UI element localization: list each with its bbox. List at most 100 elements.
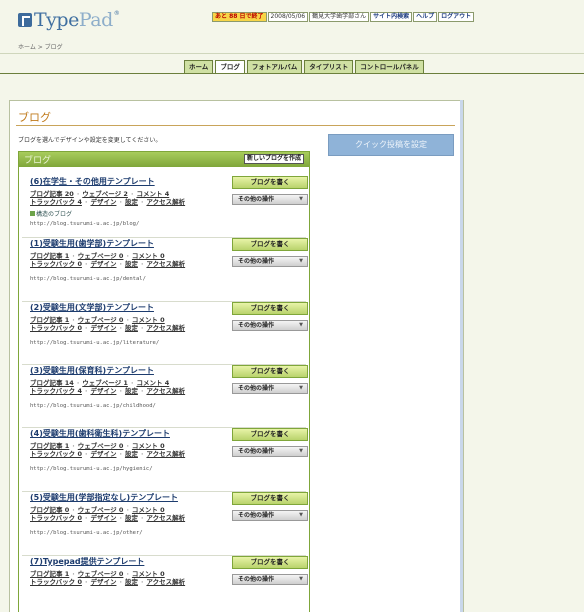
settings-link[interactable]: 設定 [125,324,138,332]
trackbacks-link[interactable]: トラックバック 4 [30,387,82,395]
separator: · [76,379,80,387]
settings-link[interactable]: 設定 [125,578,138,586]
posts-link[interactable]: ブログ記事 14 [30,379,74,387]
access-analysis-link[interactable]: アクセス解析 [146,198,185,206]
posts-link[interactable]: ブログ記事 0 [30,506,69,514]
blog-name-link[interactable]: (3)受験生用(保育科)テンプレート [30,365,154,376]
access-analysis-link[interactable]: アクセス解析 [146,387,185,395]
tab-blog[interactable]: ブログ [215,60,245,74]
design-link[interactable]: デザイン [90,514,116,522]
user-name[interactable]: 鶴見大学歯学部さん [309,12,370,22]
blog-name-link[interactable]: (7)Typepad提供テンプレート [30,556,144,567]
design-link[interactable]: デザイン [90,260,116,268]
settings-link[interactable]: 設定 [125,450,138,458]
blog-url[interactable]: http://blog.tsurumi-u.ac.jp/other/ [30,530,143,536]
posts-link[interactable]: ブログ記事 1 [30,570,69,578]
separator: · [72,506,75,514]
pages-link[interactable]: ウェブページ 1 [82,379,128,387]
posts-link[interactable]: ブログ記事 1 [30,252,69,260]
posts-link[interactable]: ブログ記事 1 [30,316,69,324]
logout-link[interactable]: ログアウト [438,12,475,22]
blog-url[interactable]: http://blog.tsurumi-u.ac.jp/blog/ [30,221,139,227]
settings-link[interactable]: 設定 [125,198,138,206]
access-analysis-link[interactable]: アクセス解析 [146,260,185,268]
pages-link[interactable]: ウェブページ 2 [82,190,128,198]
other-actions-dropdown[interactable]: その他の操作 [232,320,308,331]
pages-link[interactable]: ウェブページ 0 [78,442,124,450]
pages-link[interactable]: ウェブページ 0 [78,252,124,260]
comments-link[interactable]: コメント 0 [132,316,165,324]
write-post-button[interactable]: ブログを書く [232,365,308,378]
write-post-button[interactable]: ブログを書く [232,238,308,251]
comments-link[interactable]: コメント 4 [136,190,169,198]
tab-control-panel[interactable]: コントロールパネル [355,60,424,74]
comments-link[interactable]: コメント 4 [136,379,169,387]
new-blog-button[interactable]: 新しいブログを作成 [243,154,304,164]
write-post-button[interactable]: ブログを書く [232,492,308,505]
write-post-button[interactable]: ブログを書く [232,176,308,189]
blog-name-link[interactable]: (2)受験生用(文学部)テンプレート [30,302,154,313]
help-link[interactable]: ヘルプ [413,12,438,22]
settings-link[interactable]: 設定 [125,260,138,268]
design-link[interactable]: デザイン [90,450,116,458]
design-link[interactable]: デザイン [90,578,116,586]
design-link[interactable]: デザイン [90,324,116,332]
blog-name-link[interactable]: (1)受験生用(歯学部)テンプレート [30,238,154,249]
blog-name-link[interactable]: (6)在学生・その他用テンプレート [30,176,155,187]
blog-url[interactable]: http://blog.tsurumi-u.ac.jp/childhood/ [30,403,156,409]
posts-link[interactable]: ブログ記事 20 [30,190,74,198]
blog-url[interactable]: http://blog.tsurumi-u.ac.jp/literature/ [30,340,159,346]
other-actions-dropdown[interactable]: その他の操作 [232,574,308,585]
trackbacks-link[interactable]: トラックバック 0 [30,578,82,586]
design-link[interactable]: デザイン [90,387,116,395]
comments-link[interactable]: コメント 0 [132,252,165,260]
access-analysis-link[interactable]: アクセス解析 [146,324,185,332]
other-actions-dropdown[interactable]: その他の操作 [232,510,308,521]
site-search-link[interactable]: サイト内検索 [370,12,413,22]
breadcrumb[interactable]: ホーム > ブログ [18,42,63,51]
blog-stats: ブログ記事 14 · ウェブページ 1 · コメント 4 トラックバック 4 · デザイン · 設… [30,379,185,395]
sub-blog-link[interactable]: 構造のブログ [30,209,72,218]
write-post-button[interactable]: ブログを書く [232,302,308,315]
tab-typelist[interactable]: タイプリスト [304,60,354,74]
design-link[interactable]: デザイン [90,198,116,206]
typepad-logo[interactable]: TypePad ® [18,9,120,31]
settings-link[interactable]: 設定 [125,514,138,522]
settings-link[interactable]: 設定 [125,387,138,395]
comments-link[interactable]: コメント 0 [132,570,165,578]
trackbacks-link[interactable]: トラックバック 0 [30,450,82,458]
blog-url[interactable]: http://blog.tsurumi-u.ac.jp/dental/ [30,276,146,282]
tab-photo-album[interactable]: フォトアルバム [246,60,303,74]
access-analysis-link[interactable]: アクセス解析 [146,450,185,458]
trackbacks-link[interactable]: トラックバック 0 [30,514,82,522]
other-actions-dropdown[interactable]: その他の操作 [232,256,308,267]
separator: · [126,506,129,514]
separator: · [72,252,75,260]
other-actions-dropdown[interactable]: その他の操作 [232,194,308,205]
trackbacks-link[interactable]: トラックバック 0 [30,324,82,332]
trackbacks-link[interactable]: トラックバック 4 [30,198,82,206]
pages-link[interactable]: ウェブページ 0 [78,506,124,514]
blog-url[interactable]: http://blog.tsurumi-u.ac.jp/hygienic/ [30,466,153,472]
scrollbar[interactable] [460,100,463,612]
write-post-button[interactable]: ブログを書く [232,556,308,569]
blog-name-link[interactable]: (4)受験生用(歯科衛生科)テンプレート [30,428,170,439]
quick-post-setup-button[interactable]: クイック投稿を設定 [328,134,454,156]
other-actions-dropdown[interactable]: その他の操作 [232,446,308,457]
other-actions-dropdown[interactable]: その他の操作 [232,383,308,394]
main-tabs: ホーム ブログ フォトアルバム タイプリスト コントロールパネル [184,60,426,74]
blog-name-link[interactable]: (5)受験生用(学部指定なし)テンプレート [30,492,178,503]
trial-remaining-badge[interactable]: あと 88 日で終了 [212,12,267,22]
pages-link[interactable]: ウェブページ 0 [78,570,124,578]
tab-home[interactable]: ホーム [184,60,214,74]
write-post-button[interactable]: ブログを書く [232,428,308,441]
comments-link[interactable]: コメント 0 [132,442,165,450]
pages-link[interactable]: ウェブページ 0 [78,316,124,324]
access-analysis-link[interactable]: アクセス解析 [146,514,185,522]
separator: · [84,198,88,206]
blog-entry: (6)在学生・その他用テンプレート ブログ記事 20 · ウェブページ 2 · コメント … [22,176,308,238]
comments-link[interactable]: コメント 0 [132,506,165,514]
access-analysis-link[interactable]: アクセス解析 [146,578,185,586]
posts-link[interactable]: ブログ記事 1 [30,442,69,450]
trackbacks-link[interactable]: トラックバック 0 [30,260,82,268]
